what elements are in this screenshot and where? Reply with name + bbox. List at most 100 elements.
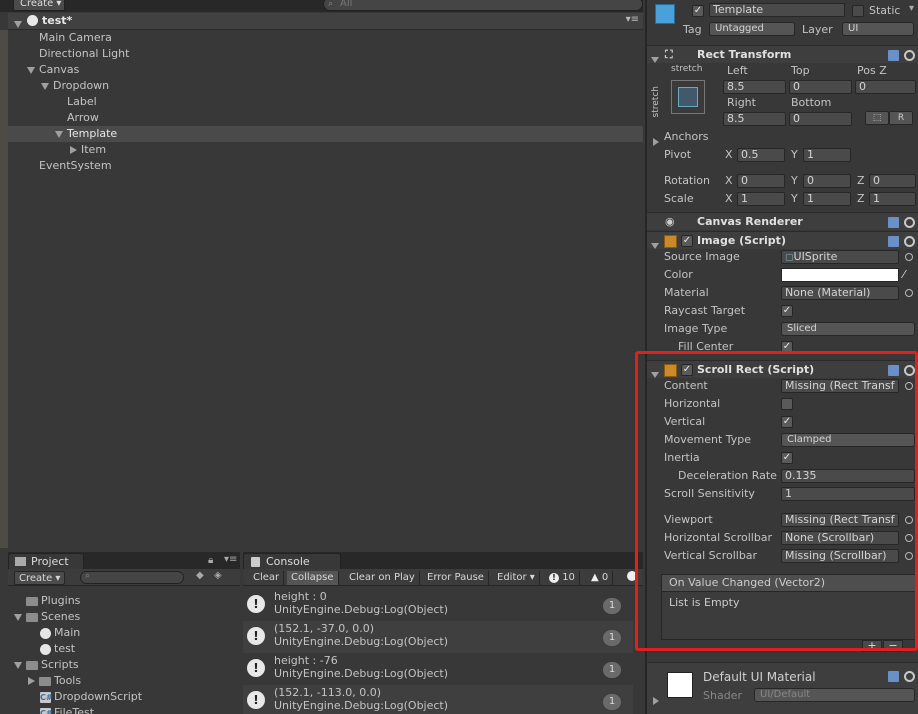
expand-triangle-icon[interactable] — [27, 62, 35, 78]
right-field[interactable]: 8.5 — [723, 112, 786, 126]
expand-triangle-icon[interactable] — [14, 661, 22, 669]
raw-edit-button[interactable]: R — [889, 111, 913, 125]
expand-triangle-icon[interactable] — [41, 78, 49, 94]
expand-triangle-icon[interactable] — [14, 17, 22, 30]
top-field[interactable]: 0 — [789, 80, 852, 94]
scale-z-field[interactable]: 1 — [869, 192, 916, 206]
image-type-dropdown[interactable]: Sliced — [781, 322, 915, 336]
lock-icon[interactable]: 🔒︎ — [208, 555, 213, 566]
material-field[interactable]: None (Material) — [781, 286, 899, 300]
error-pause-button[interactable]: Error Pause — [423, 571, 489, 585]
rotation-y-field[interactable]: 0 — [803, 174, 851, 188]
log-filter-button[interactable]: ! 10 — [545, 571, 580, 585]
help-book-icon[interactable] — [888, 217, 899, 228]
hierarchy-item-arrow[interactable]: Arrow — [8, 110, 643, 126]
console-entry[interactable]: ! height : -76 UnityEngine.Debug:Log(Obj… — [243, 653, 633, 685]
project-item-test[interactable]: test — [40, 641, 75, 657]
project-item-scenes[interactable]: Scenes — [14, 609, 80, 625]
help-book-icon[interactable] — [888, 236, 899, 247]
canvas-renderer-header[interactable]: ◉ Canvas Renderer — [647, 212, 918, 230]
scene-header[interactable]: test* ▾≡ — [8, 13, 643, 30]
material-label: Material — [664, 286, 709, 299]
pivot-y-field[interactable]: 1 — [803, 148, 851, 162]
project-item-tools[interactable]: Tools — [28, 673, 81, 689]
gear-icon[interactable] — [904, 236, 915, 247]
hierarchy-item-dropdown[interactable]: Dropdown — [8, 78, 643, 94]
scale-y-field[interactable]: 1 — [803, 192, 851, 206]
rotation-row: Rotation X 0 Y 0 Z 0 — [647, 172, 918, 190]
rect-transform-header[interactable]: ⛶ Rect Transform — [647, 45, 918, 63]
help-book-icon[interactable] — [888, 671, 899, 682]
clear-on-play-button[interactable]: Clear on Play — [345, 571, 420, 585]
rotation-x-field[interactable]: 0 — [737, 174, 785, 188]
csharp-script-icon: C# — [40, 691, 53, 703]
gear-icon[interactable] — [904, 50, 915, 61]
filter-type-icon[interactable]: ◆ — [196, 570, 204, 581]
gear-icon[interactable] — [904, 217, 915, 228]
layer-dropdown[interactable]: UI — [842, 22, 914, 36]
project-item-dropdownscript[interactable]: C#DropdownScript — [40, 689, 142, 705]
hierarchy-item-label[interactable]: Label — [8, 94, 643, 110]
hierarchy-item-main-camera[interactable]: Main Camera — [8, 30, 643, 46]
pivot-x-field[interactable]: 0.5 — [737, 148, 785, 162]
collapsed-triangle-icon[interactable] — [653, 694, 659, 707]
tab-console[interactable]: Console — [243, 553, 341, 569]
object-picker-icon[interactable] — [905, 253, 913, 261]
posz-field[interactable]: 0 — [855, 80, 916, 94]
console-entry[interactable]: ! (152.1, -113.0, 0.0) UnityEngine.Debug… — [243, 685, 633, 714]
object-picker-icon[interactable] — [905, 289, 913, 297]
object-name-field[interactable]: Template — [709, 3, 845, 17]
clear-button[interactable]: Clear — [249, 571, 285, 585]
hierarchy-search-input[interactable]: ⌕ All — [323, 0, 643, 11]
project-item-filetest[interactable]: C#FileTest — [40, 705, 94, 714]
warning-filter-button[interactable]: ▲ 0 — [587, 571, 614, 585]
static-dropdown-icon[interactable]: ▾ — [909, 3, 914, 14]
bottom-field[interactable]: 0 — [789, 112, 852, 126]
hierarchy-item-directional-light[interactable]: Directional Light — [8, 46, 643, 62]
console-entry[interactable]: ! height : 0 UnityEngine.Debug:Log(Objec… — [243, 589, 633, 621]
static-checkbox[interactable] — [852, 5, 864, 17]
menu-icon[interactable]: ▾≡ — [224, 554, 237, 565]
source-image-field[interactable]: ▢UISprite — [781, 250, 899, 264]
scale-x-field[interactable]: 1 — [737, 192, 785, 206]
image-component-header[interactable]: ✓ Image (Script) — [647, 231, 918, 249]
eyedropper-icon[interactable]: ⁄ — [903, 266, 905, 284]
project-item-main[interactable]: Main — [40, 625, 80, 641]
editor-dropdown[interactable]: Editor ▾ — [493, 571, 540, 585]
active-checkbox[interactable]: ✓ — [692, 5, 704, 17]
info-icon: ! — [247, 595, 265, 613]
anchors-row[interactable]: Anchors — [647, 128, 918, 146]
hierarchy-item-canvas[interactable]: Canvas — [8, 62, 643, 78]
shader-dropdown[interactable]: UI/Default — [754, 688, 915, 702]
left-field[interactable]: 8.5 — [723, 80, 786, 94]
blueprint-mode-button[interactable]: ⬚ — [865, 111, 889, 125]
hierarchy-item-item[interactable]: Item — [8, 142, 643, 158]
hierarchy-item-template[interactable]: Template — [8, 126, 643, 142]
tag-dropdown[interactable]: Untagged — [709, 22, 795, 36]
folder-icon — [26, 660, 38, 670]
collapsed-triangle-icon[interactable] — [70, 142, 77, 158]
hierarchy-item-eventsystem[interactable]: EventSystem — [8, 158, 643, 174]
unity-scene-icon — [27, 15, 38, 26]
expand-triangle-icon[interactable] — [55, 126, 63, 142]
expand-triangle-icon[interactable] — [651, 51, 659, 69]
rotation-z-field[interactable]: 0 — [869, 174, 916, 188]
color-swatch[interactable] — [781, 268, 899, 282]
menu-icon[interactable]: ▾≡ — [626, 14, 639, 25]
collapse-button[interactable]: Collapse — [287, 571, 339, 585]
project-search-input[interactable]: ⌕ — [80, 571, 184, 584]
filter-label-icon[interactable]: ◈ — [214, 570, 222, 581]
collapsed-triangle-icon[interactable] — [28, 677, 35, 685]
image-enabled-checkbox[interactable]: ✓ — [681, 235, 693, 247]
tab-project[interactable]: Project — [8, 553, 84, 569]
expand-triangle-icon[interactable] — [14, 613, 22, 621]
project-item-scripts[interactable]: Scripts — [14, 657, 79, 673]
project-item-plugins[interactable]: Plugins — [26, 593, 80, 609]
hierarchy-create-button[interactable]: Create ▾ — [13, 0, 65, 11]
help-book-icon[interactable] — [888, 50, 899, 61]
raycast-checkbox[interactable]: ✓ — [781, 305, 793, 317]
console-entry[interactable]: ! (152.1, -37.0, 0.0) UnityEngine.Debug:… — [243, 621, 633, 653]
project-create-button[interactable]: Create ▾ — [14, 571, 66, 585]
anchor-preset-button[interactable] — [671, 80, 705, 114]
gear-icon[interactable] — [904, 671, 915, 682]
